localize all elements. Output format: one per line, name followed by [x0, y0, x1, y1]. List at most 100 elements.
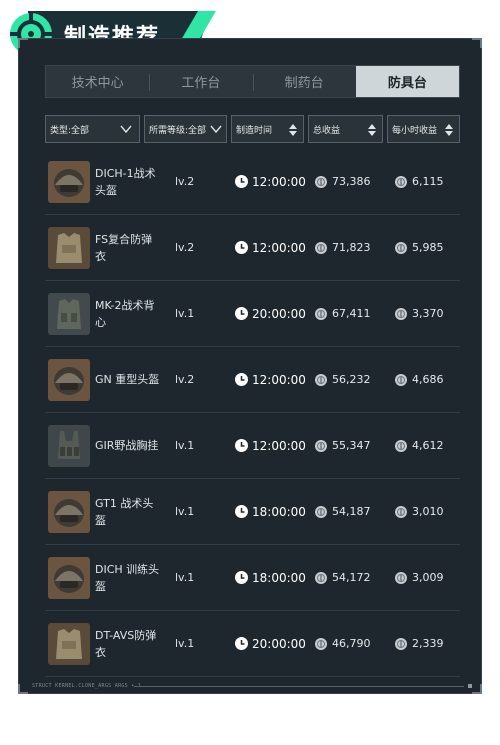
hourly-profit-value: 3,010	[412, 505, 444, 518]
helmet-icon	[48, 490, 90, 533]
hourly-profit: 3,370	[395, 307, 444, 320]
craft-time-value: 12:00:00	[252, 240, 306, 255]
hourly-profit: 5,985	[395, 241, 444, 254]
total-profit-value: 46,790	[332, 637, 371, 650]
chevron-down-icon	[120, 125, 132, 134]
helmet-icon	[48, 160, 90, 203]
footer-dot	[468, 684, 472, 688]
tab-workbench[interactable]: 工作台	[149, 66, 252, 97]
footer-text: STRUCT KERNEL.CLONE_ARGS ARGS • 1	[32, 683, 142, 689]
hourly-profit-value: 5,985	[412, 241, 444, 254]
coin-icon	[395, 373, 407, 386]
sort-by-hourly-button[interactable]: 每小时收益	[387, 115, 460, 143]
clock-icon	[235, 571, 248, 584]
craft-time-value: 12:00:00	[252, 174, 306, 189]
coin-icon	[395, 505, 407, 518]
recommendation-panel: 技术中心 工作台 制药台 防具台 类型:全部 所需等级:全部 制造时间 总收益 …	[18, 38, 482, 694]
clock-icon	[235, 439, 248, 452]
craft-time-value: 18:00:00	[252, 504, 306, 519]
item-row[interactable]: DT-AVS防弹衣 lv.1 20:00:00 46,790 2,339	[45, 611, 460, 677]
item-name: FS复合防弹衣	[95, 232, 153, 263]
craft-time: 12:00:00	[235, 439, 306, 453]
total-profit: 54,172	[315, 571, 371, 584]
tab-pharmacy[interactable]: 制药台	[252, 66, 356, 97]
item-level: lv.2	[175, 175, 195, 188]
coin-icon	[315, 571, 327, 584]
sort-by-time-button[interactable]: 制造时间	[231, 115, 304, 143]
footer-bar: STRUCT KERNEL.CLONE_ARGS ARGS • 1	[18, 680, 482, 694]
type-filter-dropdown[interactable]: 类型:全部	[45, 115, 140, 143]
workbench-tabs: 技术中心 工作台 制药台 防具台	[45, 65, 460, 98]
level-filter-dropdown[interactable]: 所需等级:全部	[144, 115, 227, 143]
item-row[interactable]: GT1 战术头盔 lv.1 18:00:00 54,187 3,010	[45, 479, 460, 545]
sort-icon	[289, 124, 297, 136]
hourly-profit: 3,010	[395, 505, 444, 518]
item-row[interactable]: DICH 训练头盔 lv.1 18:00:00 54,172 3,009	[45, 545, 460, 611]
chevron-down-icon	[210, 125, 222, 134]
item-name: DICH 训练头盔	[95, 562, 160, 593]
hourly-profit-value: 6,115	[412, 175, 444, 188]
footer-divider	[134, 686, 464, 687]
sort-icon	[445, 124, 453, 136]
clock-icon	[235, 637, 248, 650]
coin-icon	[315, 637, 327, 650]
total-profit-value: 73,386	[332, 175, 371, 188]
item-name: GT1 战术头盔	[95, 496, 154, 527]
item-level: lv.1	[175, 307, 195, 320]
hourly-profit-value: 3,370	[412, 307, 444, 320]
sort-by-total-button[interactable]: 总收益	[308, 115, 383, 143]
item-row[interactable]: FS复合防弹衣 lv.2 12:00:00 71,823 5,985	[45, 215, 460, 281]
total-profit-value: 55,347	[332, 439, 371, 452]
coin-icon	[315, 439, 327, 452]
type-filter-label: 类型:全部	[50, 125, 90, 136]
coin-icon	[395, 637, 407, 650]
craft-time-value: 20:00:00	[252, 636, 306, 651]
coin-icon	[395, 571, 407, 584]
hourly-profit: 4,612	[395, 439, 444, 452]
craft-time: 12:00:00	[235, 241, 306, 255]
total-profit-value: 54,172	[332, 571, 371, 584]
craft-time-value: 18:00:00	[252, 570, 306, 585]
item-level: lv.1	[175, 439, 195, 452]
craft-time-value: 12:00:00	[252, 372, 306, 387]
coin-icon	[395, 175, 407, 188]
filter-bar: 类型:全部 所需等级:全部 制造时间 总收益 每小时收益	[45, 115, 460, 143]
item-name: GIR野战胸挂	[95, 439, 159, 452]
item-level: lv.1	[175, 571, 195, 584]
total-profit-value: 54,187	[332, 505, 371, 518]
item-name: DT-AVS防弹衣	[95, 628, 157, 659]
craft-time-value: 12:00:00	[252, 438, 306, 453]
hourly-profit: 3,009	[395, 571, 444, 584]
tab-armor-bench[interactable]: 防具台	[355, 66, 459, 97]
panel-corner	[18, 38, 28, 48]
total-profit: 54,187	[315, 505, 371, 518]
hourly-profit-value: 3,009	[412, 571, 444, 584]
coin-icon	[395, 241, 407, 254]
craft-time: 18:00:00	[235, 505, 306, 519]
total-profit: 55,347	[315, 439, 371, 452]
chest-rig-icon	[48, 424, 90, 467]
hourly-profit: 4,686	[395, 373, 444, 386]
item-row[interactable]: GIR野战胸挂 lv.1 12:00:00 55,347 4,612	[45, 413, 460, 479]
clock-icon	[235, 175, 248, 188]
item-name: GN 重型头盔	[95, 373, 160, 386]
clock-icon	[235, 307, 248, 320]
clock-icon	[235, 505, 248, 518]
item-level: lv.2	[175, 241, 195, 254]
total-profit-value: 67,411	[332, 307, 371, 320]
item-level: lv.1	[175, 637, 195, 650]
tab-tech-center[interactable]: 技术中心	[46, 66, 149, 97]
clock-icon	[235, 373, 248, 386]
item-row[interactable]: MK-2战术背心 lv.1 20:00:00 67,411 3,370	[45, 281, 460, 347]
sort-time-label: 制造时间	[236, 125, 273, 136]
craft-time: 12:00:00	[235, 373, 306, 387]
coin-icon	[315, 307, 327, 320]
item-row[interactable]: DICH-1战术头盔 lv.2 12:00:00 73,386 6,115	[45, 149, 460, 215]
panel-corner	[472, 38, 482, 48]
item-row[interactable]: GN 重型头盔 lv.2 12:00:00 56,232 4,686	[45, 347, 460, 413]
craft-time: 18:00:00	[235, 571, 306, 585]
coin-icon	[395, 439, 407, 452]
coin-icon	[315, 373, 327, 386]
body-armor-icon	[48, 622, 90, 665]
hourly-profit-value: 4,686	[412, 373, 444, 386]
